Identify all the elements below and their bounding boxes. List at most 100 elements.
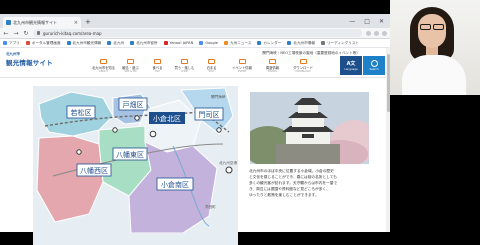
presenter-body xyxy=(402,55,466,95)
bookmark-icon xyxy=(224,41,229,45)
bookmark-item[interactable]: ポータル管理画面 xyxy=(25,40,61,46)
nav-item-travel[interactable]: 周遊情報 TRAVEL xyxy=(259,59,286,73)
station-marker[interactable] xyxy=(149,130,157,138)
label-text: 八幡西区 xyxy=(80,166,108,175)
close-window-button[interactable]: ✕ xyxy=(379,16,384,28)
bookmark-icon xyxy=(320,41,325,45)
district-label-wakamatsu[interactable]: 若松区 xyxy=(66,105,96,119)
station-marker[interactable] xyxy=(134,115,140,121)
label-text: 門司区 xyxy=(199,111,220,119)
info-icon xyxy=(100,59,107,64)
reload-button[interactable]: ↻ xyxy=(23,30,29,37)
district-label-kokuraminami[interactable]: 小倉南区 xyxy=(156,177,194,191)
address-bar: ← → ↻ gururich-kitaq.com/area-map xyxy=(0,28,390,39)
bookmark-label: Google xyxy=(205,41,219,45)
language-button[interactable]: A文 Language xyxy=(340,56,362,75)
station-marker[interactable] xyxy=(216,127,222,133)
bookmarks-bar: アプリ ポータル管理画面 北九州市観光情報 北九州 北九州市役所 Yahoo! … xyxy=(0,39,390,48)
bookmark-item[interactable]: Google xyxy=(199,41,218,45)
district-label-tobata[interactable]: 戸畑区 xyxy=(118,97,148,111)
logo-title: 観光情報サイト xyxy=(6,59,53,67)
shopping-bag-icon xyxy=(181,59,188,64)
search-label: Search xyxy=(369,67,379,71)
presenter-face xyxy=(418,14,446,48)
bookmark-item[interactable]: Yahoo! JAPAN xyxy=(163,41,194,45)
nav-item-event[interactable]: イベント情報 EVENT xyxy=(225,59,259,73)
bookmark-item[interactable]: カレンダー xyxy=(257,41,281,46)
nav-sublabel: SHOP xyxy=(181,70,188,73)
bookmark-icon xyxy=(3,41,7,45)
glasses-icon xyxy=(418,24,446,30)
bookmark-label: ポータル管理画面 xyxy=(31,40,61,45)
route-icon xyxy=(269,59,276,64)
new-tab-button[interactable]: + xyxy=(85,17,91,28)
window-controls: — □ ✕ xyxy=(349,16,390,28)
close-tab-icon[interactable]: × xyxy=(74,20,78,26)
district-label-moji[interactable]: 門司区 xyxy=(194,107,224,121)
station-marker[interactable] xyxy=(76,149,82,155)
profile-icon[interactable] xyxy=(374,30,379,36)
bookmark-label: カレンダー xyxy=(263,40,282,45)
bookmark-label: 北九州市情報 xyxy=(293,40,315,45)
browser-tab[interactable]: 北九州市観光情報サイト × xyxy=(3,17,81,28)
nav-sublabel: ABOUT xyxy=(99,70,108,73)
nav-sublabel: TRAVEL xyxy=(267,70,278,73)
bookmark-icon xyxy=(199,41,204,45)
nav-divider xyxy=(0,77,390,78)
extension-icon[interactable] xyxy=(366,30,371,36)
download-icon xyxy=(299,59,307,64)
bookmark-label: 北九州市観光情報 xyxy=(72,40,102,45)
bookmark-icon xyxy=(107,41,112,45)
label-text: 八幡東区 xyxy=(116,150,144,159)
district-label-yahatanishi[interactable]: 八幡西区 xyxy=(76,163,112,177)
webcam-feed xyxy=(390,0,480,95)
url-field[interactable]: gururich-kitaq.com/area-map xyxy=(33,29,362,37)
bookmark-item[interactable]: 北九州市役所 xyxy=(130,41,158,46)
bookmark-item[interactable]: 九州ニュース xyxy=(224,41,251,46)
station-marker[interactable] xyxy=(112,127,118,133)
language-label: Language xyxy=(344,67,358,71)
nav-item-eat[interactable]: 食べる EAT xyxy=(144,59,171,73)
nav-item-download[interactable]: ダウンロード DOWNLOAD xyxy=(286,59,320,73)
site-tagline[interactable]: 関門海峡・NEO工場夜景の聖地（重要登録地のイベント等） xyxy=(262,51,360,56)
district-label-yahatahigashi[interactable]: 八幡東区 xyxy=(112,147,148,161)
menu-icon[interactable] xyxy=(382,30,387,36)
nav-item-see-do[interactable]: 観る・遊ぶ SEE & DO xyxy=(117,59,144,73)
nav-item-stay[interactable]: 泊まる STAY xyxy=(198,59,225,73)
description-line: ゆったりと散策を楽しむことができます。 xyxy=(249,193,319,197)
place-label: 苅田町 xyxy=(205,204,216,209)
nav-item-shop[interactable]: 買う・楽しむ SHOP xyxy=(171,59,198,73)
screen: 北九州市観光情報サイト × + — □ ✕ ← → ↻ gururich-kit… xyxy=(0,0,480,245)
search-icon xyxy=(370,60,378,67)
nav-sublabel: SEE & DO xyxy=(124,70,137,73)
bookmark-icon xyxy=(25,41,30,45)
kokura-castle-photo xyxy=(250,92,369,164)
lock-icon xyxy=(37,31,40,35)
minimize-button[interactable]: — xyxy=(349,16,355,28)
bookmark-item[interactable]: リーディングリスト xyxy=(320,40,360,46)
label-text: 小倉北区 xyxy=(153,114,181,123)
nav-item-about[interactable]: 北九州市を知る ABOUT xyxy=(90,59,117,73)
calendar-icon xyxy=(238,59,246,64)
forward-button[interactable]: → xyxy=(13,30,19,37)
favicon-icon xyxy=(6,20,11,25)
bookmark-icon xyxy=(163,41,168,45)
tab-title: 北九州市観光情報サイト xyxy=(13,19,57,25)
back-button[interactable]: ← xyxy=(3,30,9,37)
maximize-button[interactable]: □ xyxy=(364,16,370,28)
label-text: 小倉南区 xyxy=(161,180,189,189)
camera-icon xyxy=(127,59,134,64)
district-label-kokurakita[interactable]: 小倉北区 xyxy=(149,112,185,124)
bookmark-item[interactable]: 北九州市情報 xyxy=(287,41,315,46)
nav-sublabel: STAY xyxy=(208,70,215,73)
bookmark-label: Yahoo! JAPAN xyxy=(169,41,194,45)
airport-marker[interactable] xyxy=(225,166,233,174)
bookmark-item[interactable]: 北九州市観光情報 xyxy=(66,40,102,46)
language-icon: A文 xyxy=(346,61,356,67)
site-logo[interactable]: 北九州市 観光情報サイト xyxy=(6,52,53,67)
bookmark-label: リーディングリスト xyxy=(326,40,360,45)
castle-illustration xyxy=(250,92,369,164)
search-button[interactable]: Search xyxy=(363,56,385,75)
bookmark-item[interactable]: アプリ xyxy=(3,41,20,46)
bookmark-item[interactable]: 北九州 xyxy=(107,41,124,46)
